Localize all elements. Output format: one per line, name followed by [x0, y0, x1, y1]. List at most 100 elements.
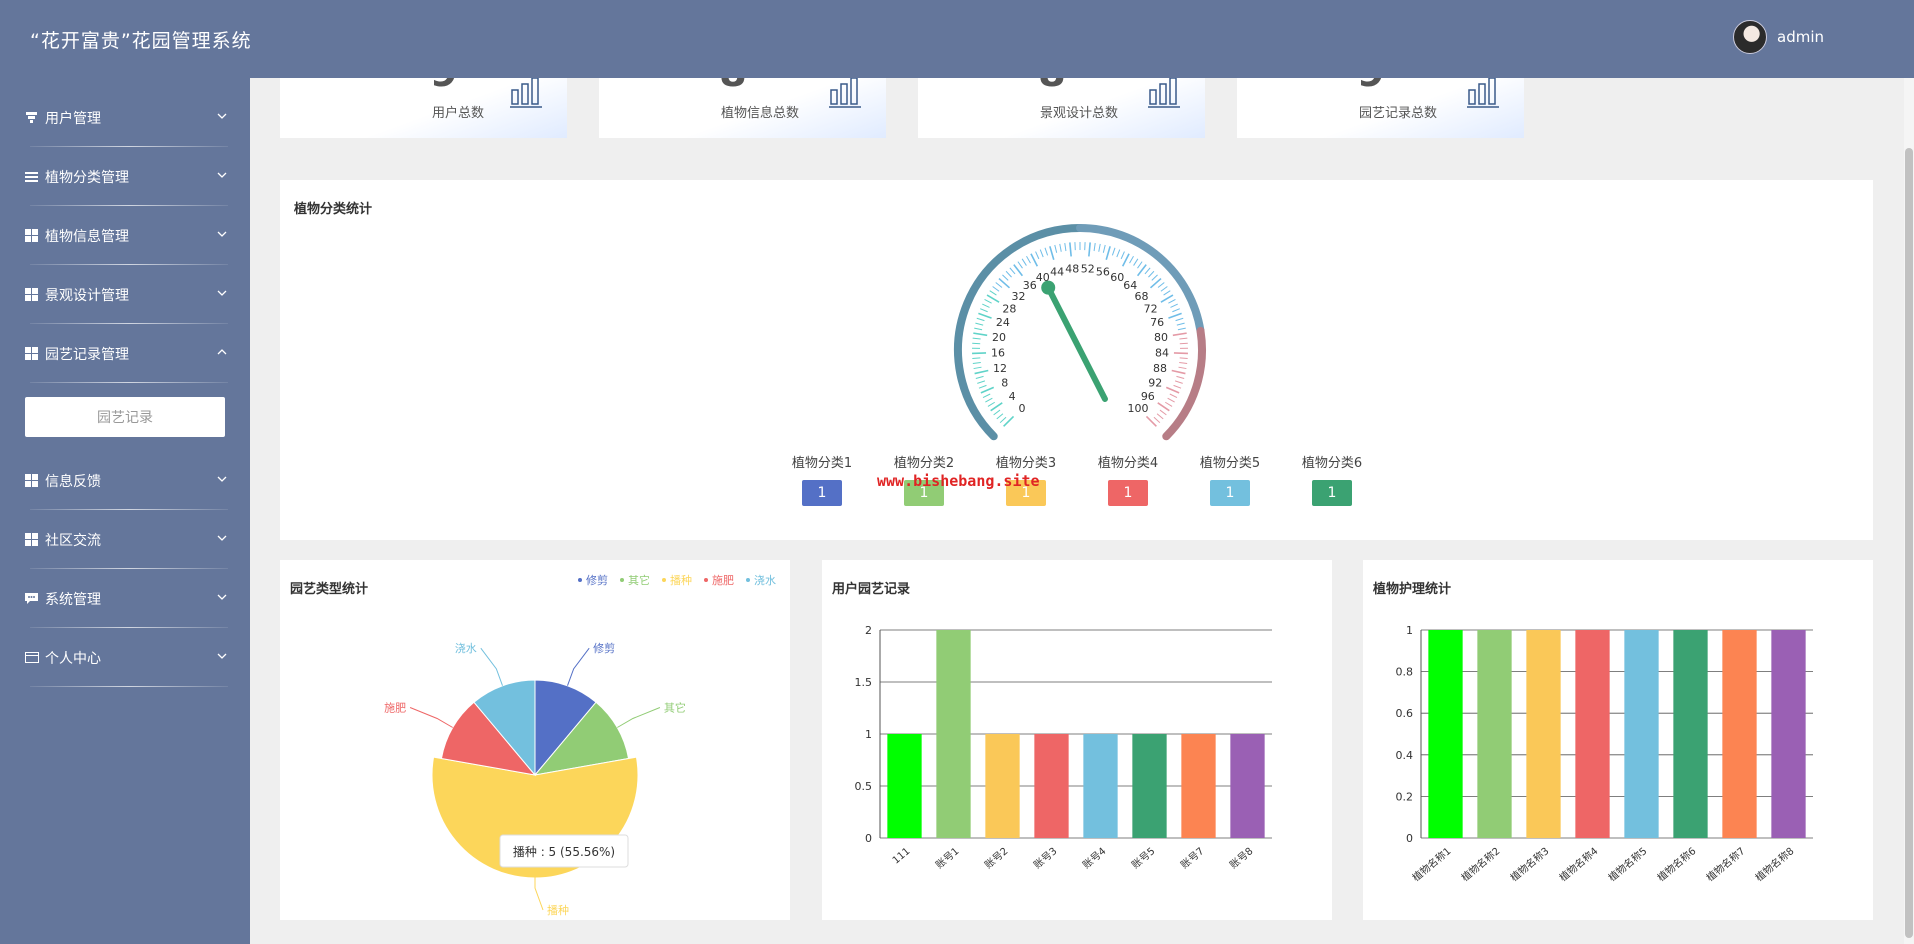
sidebar-item-system[interactable]: 系统管理	[0, 569, 250, 628]
legend-marker	[746, 578, 750, 582]
gauge-tick	[1069, 242, 1072, 257]
sidebar-item-gardening-records[interactable]: 园艺记录管理	[0, 324, 250, 383]
chevron-down-icon	[217, 594, 227, 600]
stat-card-users: 9 用户总数	[280, 78, 567, 138]
stat-label: 植物信息总数	[721, 106, 800, 121]
gauge-tick-label: 24	[996, 316, 1010, 329]
gauge-tick-label: 4	[1009, 390, 1016, 403]
gauge-tick	[985, 397, 993, 403]
gauge-tick	[1172, 332, 1187, 337]
chat-icon	[24, 591, 39, 606]
legend-label: 播种	[670, 573, 692, 587]
bar	[1771, 630, 1806, 838]
gauge-tick	[1157, 282, 1165, 288]
gauge-tick	[1064, 243, 1067, 252]
x-tick-label: 植物名称8	[1753, 844, 1797, 884]
sidebar-item-label: 植物分类管理	[45, 169, 129, 186]
gauge-tick	[1176, 322, 1185, 326]
sidebar-item-feedback[interactable]: 信息反馈	[0, 451, 250, 510]
gauge-tick-label: 28	[1002, 302, 1016, 315]
gauge-tick	[1179, 357, 1188, 359]
gauge-tick	[972, 337, 981, 340]
gauge-tick	[986, 294, 1000, 303]
bar	[1181, 734, 1216, 838]
sidebar-item-label: 个人中心	[45, 650, 101, 667]
gauge-tick	[975, 322, 984, 326]
user-menu[interactable]: admin	[1733, 20, 1824, 54]
gauge-tick	[1175, 317, 1184, 322]
gauge-tick	[1174, 380, 1183, 384]
bar	[887, 734, 922, 838]
sidebar-item-label: 用户管理	[45, 110, 101, 127]
sidebar-item-landscape-design[interactable]: 景观设计管理	[0, 265, 250, 324]
bar	[1132, 734, 1167, 838]
gauge-tick	[1177, 327, 1186, 331]
sidebar-item-label: 植物信息管理	[45, 228, 129, 245]
gauge-tick-label: 0	[1019, 402, 1026, 415]
gauge-tick	[995, 282, 1003, 288]
gauge-tick	[1021, 258, 1027, 266]
y-tick-label: 1	[1406, 624, 1413, 637]
sidebar-item-community[interactable]: 社区交流	[0, 510, 250, 569]
gauge-tick	[1102, 244, 1106, 253]
category-label: 植物分类6	[1301, 456, 1363, 471]
stat-value: 9	[1357, 78, 1385, 96]
y-tick-label: 2	[865, 624, 872, 637]
stat-label: 园艺记录总数	[1359, 106, 1438, 121]
submenu-gardening-records: 园艺记录	[0, 383, 250, 451]
legend-label: 其它	[628, 573, 650, 587]
scrollbar-thumb[interactable]	[1905, 148, 1913, 938]
sidebar-item-user-management[interactable]: 用户管理	[0, 88, 250, 147]
category-value-badge[interactable]: 1	[802, 480, 842, 506]
y-tick-label: 1.5	[855, 676, 873, 689]
category-value-badge[interactable]: 1	[1108, 480, 1148, 506]
chevron-down-icon	[217, 476, 227, 482]
bar	[1083, 734, 1118, 838]
gauge-tick	[1165, 401, 1173, 407]
gauge-tick	[1153, 416, 1161, 424]
category-value-badge[interactable]: 1	[1312, 480, 1352, 506]
gauge-tick	[1148, 270, 1155, 278]
pie-leader-line	[567, 647, 590, 686]
plant-care-panel: 植物护理统计 0 0.2 0.4 0.6 0.8 1 植物名称1 植物名称2 植物名称3 植物名称…	[1363, 560, 1873, 920]
gauge-tick-label: 84	[1155, 347, 1169, 360]
gauge-tick	[1160, 286, 1168, 292]
gauge-tick	[974, 327, 983, 331]
submenu-item-gardening-record[interactable]: 园艺记录	[25, 397, 225, 437]
pie-label: 播种	[547, 903, 569, 917]
x-tick-label: 账号3	[1032, 845, 1060, 871]
legend-marker	[620, 578, 624, 582]
sidebar-item-label: 园艺记录管理	[45, 346, 129, 363]
bar-chart[interactable]: 0 0.5 1 1.5 2 111 账号1 账号2 账号3 账号4 账号5 账号7 账号8	[822, 560, 1332, 920]
gauge-tick	[975, 375, 984, 379]
pie-chart[interactable]: 修剪其它播种施肥浇水修剪 其它 播种 施肥 浇水播种 : 5 (55.56%)	[280, 560, 790, 920]
gauge-tick	[993, 409, 1001, 416]
avatar[interactable]	[1733, 20, 1767, 54]
top-bar: “花开富贵”花园管理系统 admin	[0, 0, 1914, 78]
gauge-tick	[980, 308, 988, 313]
username[interactable]: admin	[1777, 28, 1824, 46]
bar-chart[interactable]: 00.20.40.60.81植物名称1 植物名称2 植物名称3 植物名称4 植物名称5 植…	[1363, 560, 1873, 920]
bar	[1034, 734, 1069, 838]
bar	[985, 734, 1020, 838]
stat-label: 景观设计总数	[1040, 106, 1119, 121]
gauge-tick	[982, 393, 991, 398]
sidebar-item-profile[interactable]: 个人中心	[0, 628, 250, 687]
sidebar-item-plant-category[interactable]: 植物分类管理	[0, 147, 250, 206]
watermark-text: www.bishebang.site	[877, 472, 1040, 490]
gauge-tick	[1093, 243, 1096, 252]
x-tick-label: 植物名称2	[1459, 844, 1503, 884]
chevron-up-icon	[217, 349, 227, 355]
gauge-tick	[996, 413, 1004, 420]
x-tick-label: 账号7	[1179, 845, 1207, 871]
x-tick-label: 账号8	[1228, 845, 1256, 871]
category-value-badge[interactable]: 1	[1210, 480, 1250, 506]
gauge-tick	[1026, 255, 1031, 264]
chevron-down-icon	[217, 113, 227, 119]
legend-marker	[704, 578, 708, 582]
scrollbar[interactable]	[1904, 78, 1914, 944]
app-title: “花开富贵”花园管理系统	[30, 30, 252, 52]
bar	[1722, 630, 1757, 838]
sidebar-item-plant-info[interactable]: 植物信息管理	[0, 206, 250, 265]
category-label: 植物分类1	[791, 456, 853, 471]
